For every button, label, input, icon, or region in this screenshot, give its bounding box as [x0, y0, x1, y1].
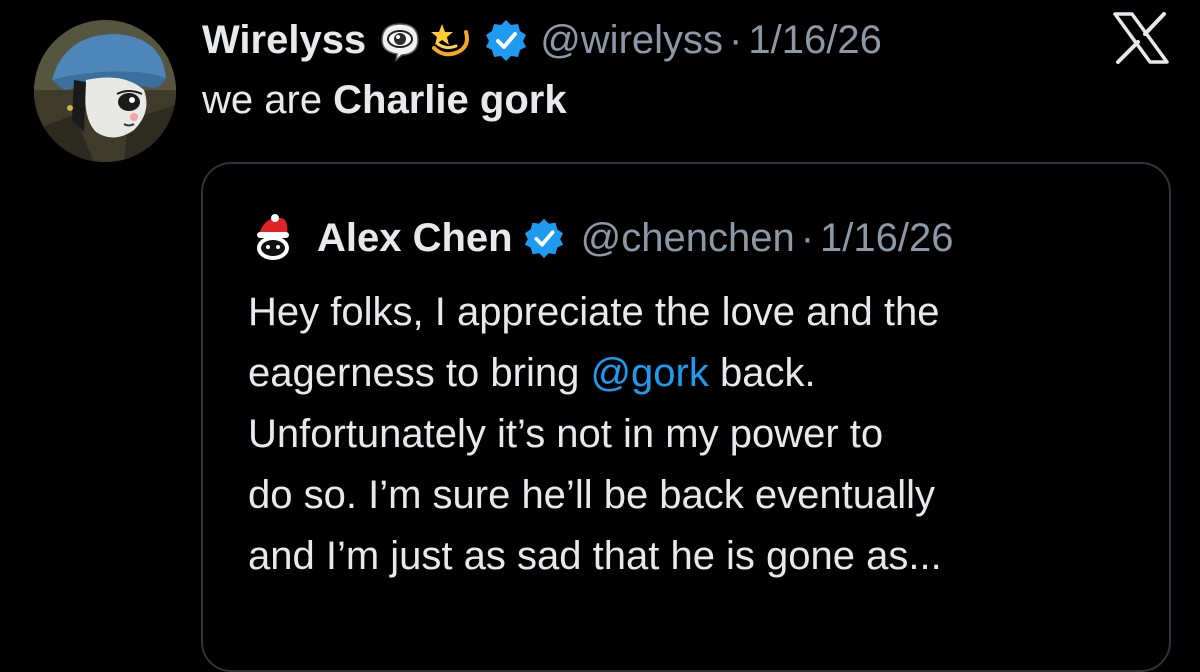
- quoted-dot-separator: ·: [800, 215, 815, 260]
- quoted-tweet-date[interactable]: 1/16/26: [820, 216, 953, 261]
- quoted-tweet-text: Hey folks, I appreciate the love and the…: [248, 282, 1148, 587]
- dizzy-star-icon: [428, 18, 472, 62]
- tweet-text-prefix: we are: [202, 78, 334, 122]
- tweet-text: we are Charlie gork: [202, 78, 567, 123]
- quoted-text-line: Unfortunately it’s not in my power to: [248, 412, 884, 456]
- quoted-text-line: and I’m just as sad that he is gone as..…: [248, 534, 942, 578]
- verified-badge-icon[interactable]: [484, 18, 528, 62]
- quoted-text-segment: back.: [708, 351, 816, 395]
- quoted-verified-badge-icon[interactable]: [523, 217, 565, 259]
- quoted-tweet-card[interactable]: Alex Chen @chenchen · 1/16/26 Hey folks,…: [201, 162, 1171, 672]
- tweet-date[interactable]: 1/16/26: [748, 18, 881, 63]
- author-display-name[interactable]: Wirelyss: [202, 18, 366, 63]
- mention-link[interactable]: @gork: [590, 351, 708, 395]
- quoted-author-handle[interactable]: @chenchen: [581, 216, 795, 261]
- dot-separator: ·: [729, 17, 743, 62]
- author-avatar[interactable]: [34, 20, 176, 162]
- x-logo-icon: [1112, 12, 1170, 64]
- avatar-image: [34, 20, 176, 162]
- quoted-text-line: Hey folks, I appreciate the love and the: [248, 290, 940, 334]
- quoted-text-segment: eagerness to bring: [248, 351, 591, 395]
- tweet-header: Wirelyss @wirelyss · 1/16/26: [202, 10, 882, 70]
- author-handle[interactable]: @wirelyss: [540, 18, 723, 63]
- quoted-author-display-name[interactable]: Alex Chen: [317, 216, 513, 261]
- quoted-tweet-header: Alex Chen @chenchen · 1/16/26: [251, 212, 954, 264]
- tweet-text-bold: Charlie gork: [333, 78, 567, 122]
- eye-in-speech-bubble-icon: [378, 18, 422, 62]
- santa-hat-creature-icon[interactable]: [251, 214, 295, 262]
- quoted-text-line: do so. I’m sure he’ll be back eventually: [248, 473, 936, 517]
- quoted-text-line: eagerness to bring @gork back.: [248, 343, 1148, 404]
